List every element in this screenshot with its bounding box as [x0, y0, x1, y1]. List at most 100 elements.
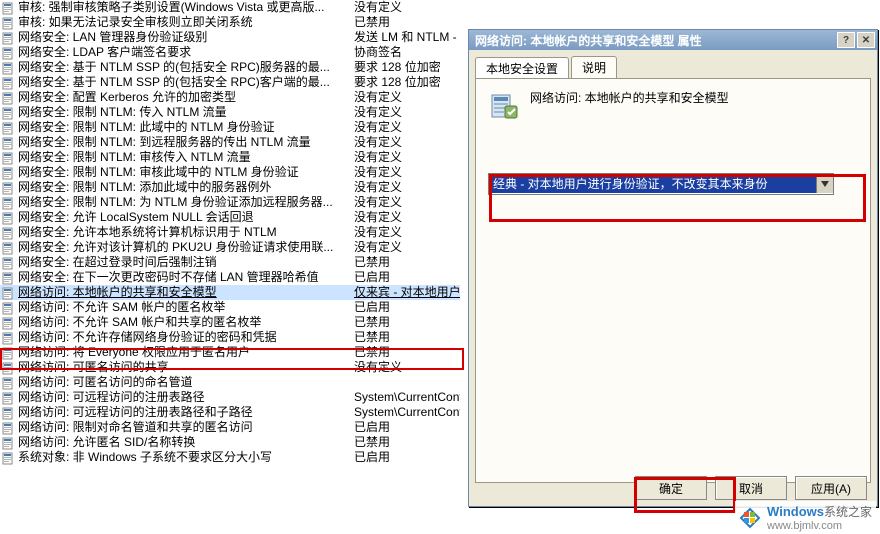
policy-row[interactable]: 网络安全: 限制 NTLM: 添加此域中的服务器例外没有定义	[0, 180, 460, 195]
policy-row[interactable]: 网络安全: 基于 NTLM SSP 的(包括安全 RPC)服务器的最...要求 …	[0, 60, 460, 75]
policy-row[interactable]: 网络安全: 配置 Kerberos 允许的加密类型没有定义	[0, 90, 460, 105]
policy-item-icon	[2, 151, 16, 165]
policy-item-icon	[2, 136, 16, 150]
policy-row[interactable]: 网络访问: 可远程访问的注册表路径System\CurrentContr	[0, 390, 460, 405]
policy-row[interactable]: 网络安全: 限制 NTLM: 审核此域中的 NTLM 身份验证没有定义	[0, 165, 460, 180]
policy-name: 网络安全: 限制 NTLM: 审核传入 NTLM 流量	[18, 150, 354, 165]
policy-row[interactable]: 网络安全: 限制 NTLM: 传入 NTLM 流量没有定义	[0, 105, 460, 120]
dialog-title: 网络访问: 本地帐户的共享和安全模型 属性	[475, 32, 835, 49]
tab-explain[interactable]: 说明	[571, 56, 617, 78]
policy-row[interactable]: 网络安全: 允许对该计算机的 PKU2U 身份验证请求使用联...没有定义	[0, 240, 460, 255]
policy-name: 网络访问: 将 Everyone 权限应用于匿名用户	[18, 345, 354, 360]
policy-row[interactable]: 网络安全: 基于 NTLM SSP 的(包括安全 RPC)客户端的最...要求 …	[0, 75, 460, 90]
policy-name: 网络安全: 在超过登录时间后强制注销	[18, 255, 354, 270]
policy-row[interactable]: 网络访问: 限制对命名管道和共享的匿名访问已启用	[0, 420, 460, 435]
policy-row[interactable]: 网络安全: 允许本地系统将计算机标识用于 NTLM没有定义	[0, 225, 460, 240]
policy-row[interactable]: 网络安全: 限制 NTLM: 到远程服务器的传出 NTLM 流量没有定义	[0, 135, 460, 150]
policy-item-icon	[2, 121, 16, 135]
tab-local-security[interactable]: 本地安全设置	[475, 57, 569, 79]
policy-description-row: 网络访问: 本地帐户的共享和安全模型	[488, 89, 858, 121]
policy-value: 已禁用	[354, 345, 460, 360]
selected-option: 经典 - 对本地用户进行身份验证，不改变其本来身份	[489, 175, 816, 193]
policy-row[interactable]: 网络安全: LDAP 客户端签名要求协商签名	[0, 45, 460, 60]
policy-item-icon	[2, 331, 16, 345]
policy-row[interactable]: 网络访问: 不允许存储网络身份验证的密码和凭据已禁用	[0, 330, 460, 345]
policy-row[interactable]: 系统对象: 非 Windows 子系统不要求区分大小写已启用	[0, 450, 460, 465]
policy-description-text: 网络访问: 本地帐户的共享和安全模型	[530, 89, 729, 106]
policy-value: 没有定义	[354, 150, 460, 165]
policy-name: 网络安全: 基于 NTLM SSP 的(包括安全 RPC)服务器的最...	[18, 60, 354, 75]
policy-row[interactable]: 网络访问: 不允许 SAM 帐户和共享的匿名枚举已禁用	[0, 315, 460, 330]
policy-name: 网络安全: 配置 Kerberos 允许的加密类型	[18, 90, 354, 105]
policy-name: 网络访问: 本地帐户的共享和安全模型	[18, 285, 354, 300]
policy-value: 要求 128 位加密	[354, 75, 460, 90]
policy-item-icon	[2, 16, 16, 30]
policy-item-icon	[2, 436, 16, 450]
policy-item-icon	[2, 181, 16, 195]
sharing-model-select[interactable]: 经典 - 对本地用户进行身份验证，不改变其本来身份	[488, 173, 834, 195]
policy-item-icon	[2, 406, 16, 420]
policy-item-icon	[2, 106, 16, 120]
policy-value: 已禁用	[354, 435, 460, 450]
policy-row[interactable]: 网络访问: 本地帐户的共享和安全模型仅来宾 - 对本地用户	[0, 285, 460, 300]
properties-dialog: 网络访问: 本地帐户的共享和安全模型 属性 ? ✕ 本地安全设置 说明 网络访问…	[468, 29, 878, 507]
policy-row[interactable]: 网络访问: 可远程访问的注册表路径和子路径System\CurrentContr	[0, 405, 460, 420]
policy-row[interactable]: 网络安全: 在下一次更改密码时不存储 LAN 管理器哈希值已启用	[0, 270, 460, 285]
watermark: Windows系统之家 www.bjmlv.com	[735, 501, 876, 534]
policy-item-icon	[2, 166, 16, 180]
policy-list[interactable]: 审核: 强制审核策略子类别设置(Windows Vista 或更高版...没有定…	[0, 0, 460, 465]
policy-item-icon	[2, 226, 16, 240]
close-button[interactable]: ✕	[857, 32, 875, 48]
watermark-url: www.bjmlv.com	[767, 520, 872, 532]
policy-name: 网络安全: 允许对该计算机的 PKU2U 身份验证请求使用联...	[18, 240, 354, 255]
policy-value: 已启用	[354, 420, 460, 435]
policy-value: 没有定义	[354, 135, 460, 150]
policy-row[interactable]: 网络安全: 限制 NTLM: 此域中的 NTLM 身份验证没有定义	[0, 120, 460, 135]
policy-row[interactable]: 网络访问: 将 Everyone 权限应用于匿名用户已禁用	[0, 345, 460, 360]
policy-item-icon	[2, 196, 16, 210]
policy-row[interactable]: 审核: 如果无法记录安全审核则立即关闭系统已禁用	[0, 15, 460, 30]
policy-row[interactable]: 网络访问: 不允许 SAM 帐户的匿名枚举已启用	[0, 300, 460, 315]
policy-value: 没有定义	[354, 210, 460, 225]
policy-item-icon	[2, 361, 16, 375]
cancel-button[interactable]: 取消	[715, 476, 787, 500]
policy-name: 网络安全: 允许本地系统将计算机标识用于 NTLM	[18, 225, 354, 240]
policy-item-icon	[2, 271, 16, 285]
policy-value: 仅来宾 - 对本地用户	[354, 285, 460, 300]
policy-row[interactable]: 网络安全: 限制 NTLM: 为 NTLM 身份验证添加远程服务器...没有定义	[0, 195, 460, 210]
policy-item-icon	[2, 316, 16, 330]
policy-row[interactable]: 网络访问: 可匿名访问的共享没有定义	[0, 360, 460, 375]
policy-row[interactable]: 网络访问: 允许匿名 SID/名称转换已禁用	[0, 435, 460, 450]
policy-value: 已启用	[354, 300, 460, 315]
policy-row[interactable]: 网络安全: 允许 LocalSystem NULL 会话回退没有定义	[0, 210, 460, 225]
help-button[interactable]: ?	[837, 32, 855, 48]
policy-item-icon	[2, 391, 16, 405]
policy-item-icon	[2, 61, 16, 75]
policy-item-icon	[2, 241, 16, 255]
policy-item-icon	[2, 256, 16, 270]
policy-name: 网络安全: 基于 NTLM SSP 的(包括安全 RPC)客户端的最...	[18, 75, 354, 90]
policy-row[interactable]: 网络安全: 限制 NTLM: 审核传入 NTLM 流量没有定义	[0, 150, 460, 165]
dialog-titlebar[interactable]: 网络访问: 本地帐户的共享和安全模型 属性 ? ✕	[469, 30, 877, 50]
policy-item-icon	[2, 31, 16, 45]
dialog-tabs: 本地安全设置 说明	[469, 50, 877, 78]
policy-row[interactable]: 审核: 强制审核策略子类别设置(Windows Vista 或更高版...没有定…	[0, 0, 460, 15]
policy-item-icon	[2, 91, 16, 105]
policy-name: 系统对象: 非 Windows 子系统不要求区分大小写	[18, 450, 354, 465]
policy-row[interactable]: 网络安全: LAN 管理器身份验证级别发送 LM 和 NTLM - 如	[0, 30, 460, 45]
policy-name: 网络访问: 可匿名访问的共享	[18, 360, 354, 375]
policy-row[interactable]: 网络安全: 在超过登录时间后强制注销已禁用	[0, 255, 460, 270]
policy-value: 没有定义	[354, 105, 460, 120]
policy-name: 网络安全: 限制 NTLM: 添加此域中的服务器例外	[18, 180, 354, 195]
policy-name: 网络访问: 不允许 SAM 帐户的匿名枚举	[18, 300, 354, 315]
policy-item-icon	[2, 76, 16, 90]
policy-item-icon	[2, 421, 16, 435]
dialog-pane: 网络访问: 本地帐户的共享和安全模型 经典 - 对本地用户进行身份验证，不改变其…	[475, 78, 871, 483]
policy-item-icon	[2, 1, 16, 15]
policy-name: 网络安全: LAN 管理器身份验证级别	[18, 30, 354, 45]
dropdown-arrow-icon[interactable]	[816, 175, 833, 193]
ok-button[interactable]: 确定	[635, 476, 707, 500]
apply-button[interactable]: 应用(A)	[795, 476, 867, 500]
policy-value: 已禁用	[354, 255, 460, 270]
policy-row[interactable]: 网络访问: 可匿名访问的命名管道	[0, 375, 460, 390]
